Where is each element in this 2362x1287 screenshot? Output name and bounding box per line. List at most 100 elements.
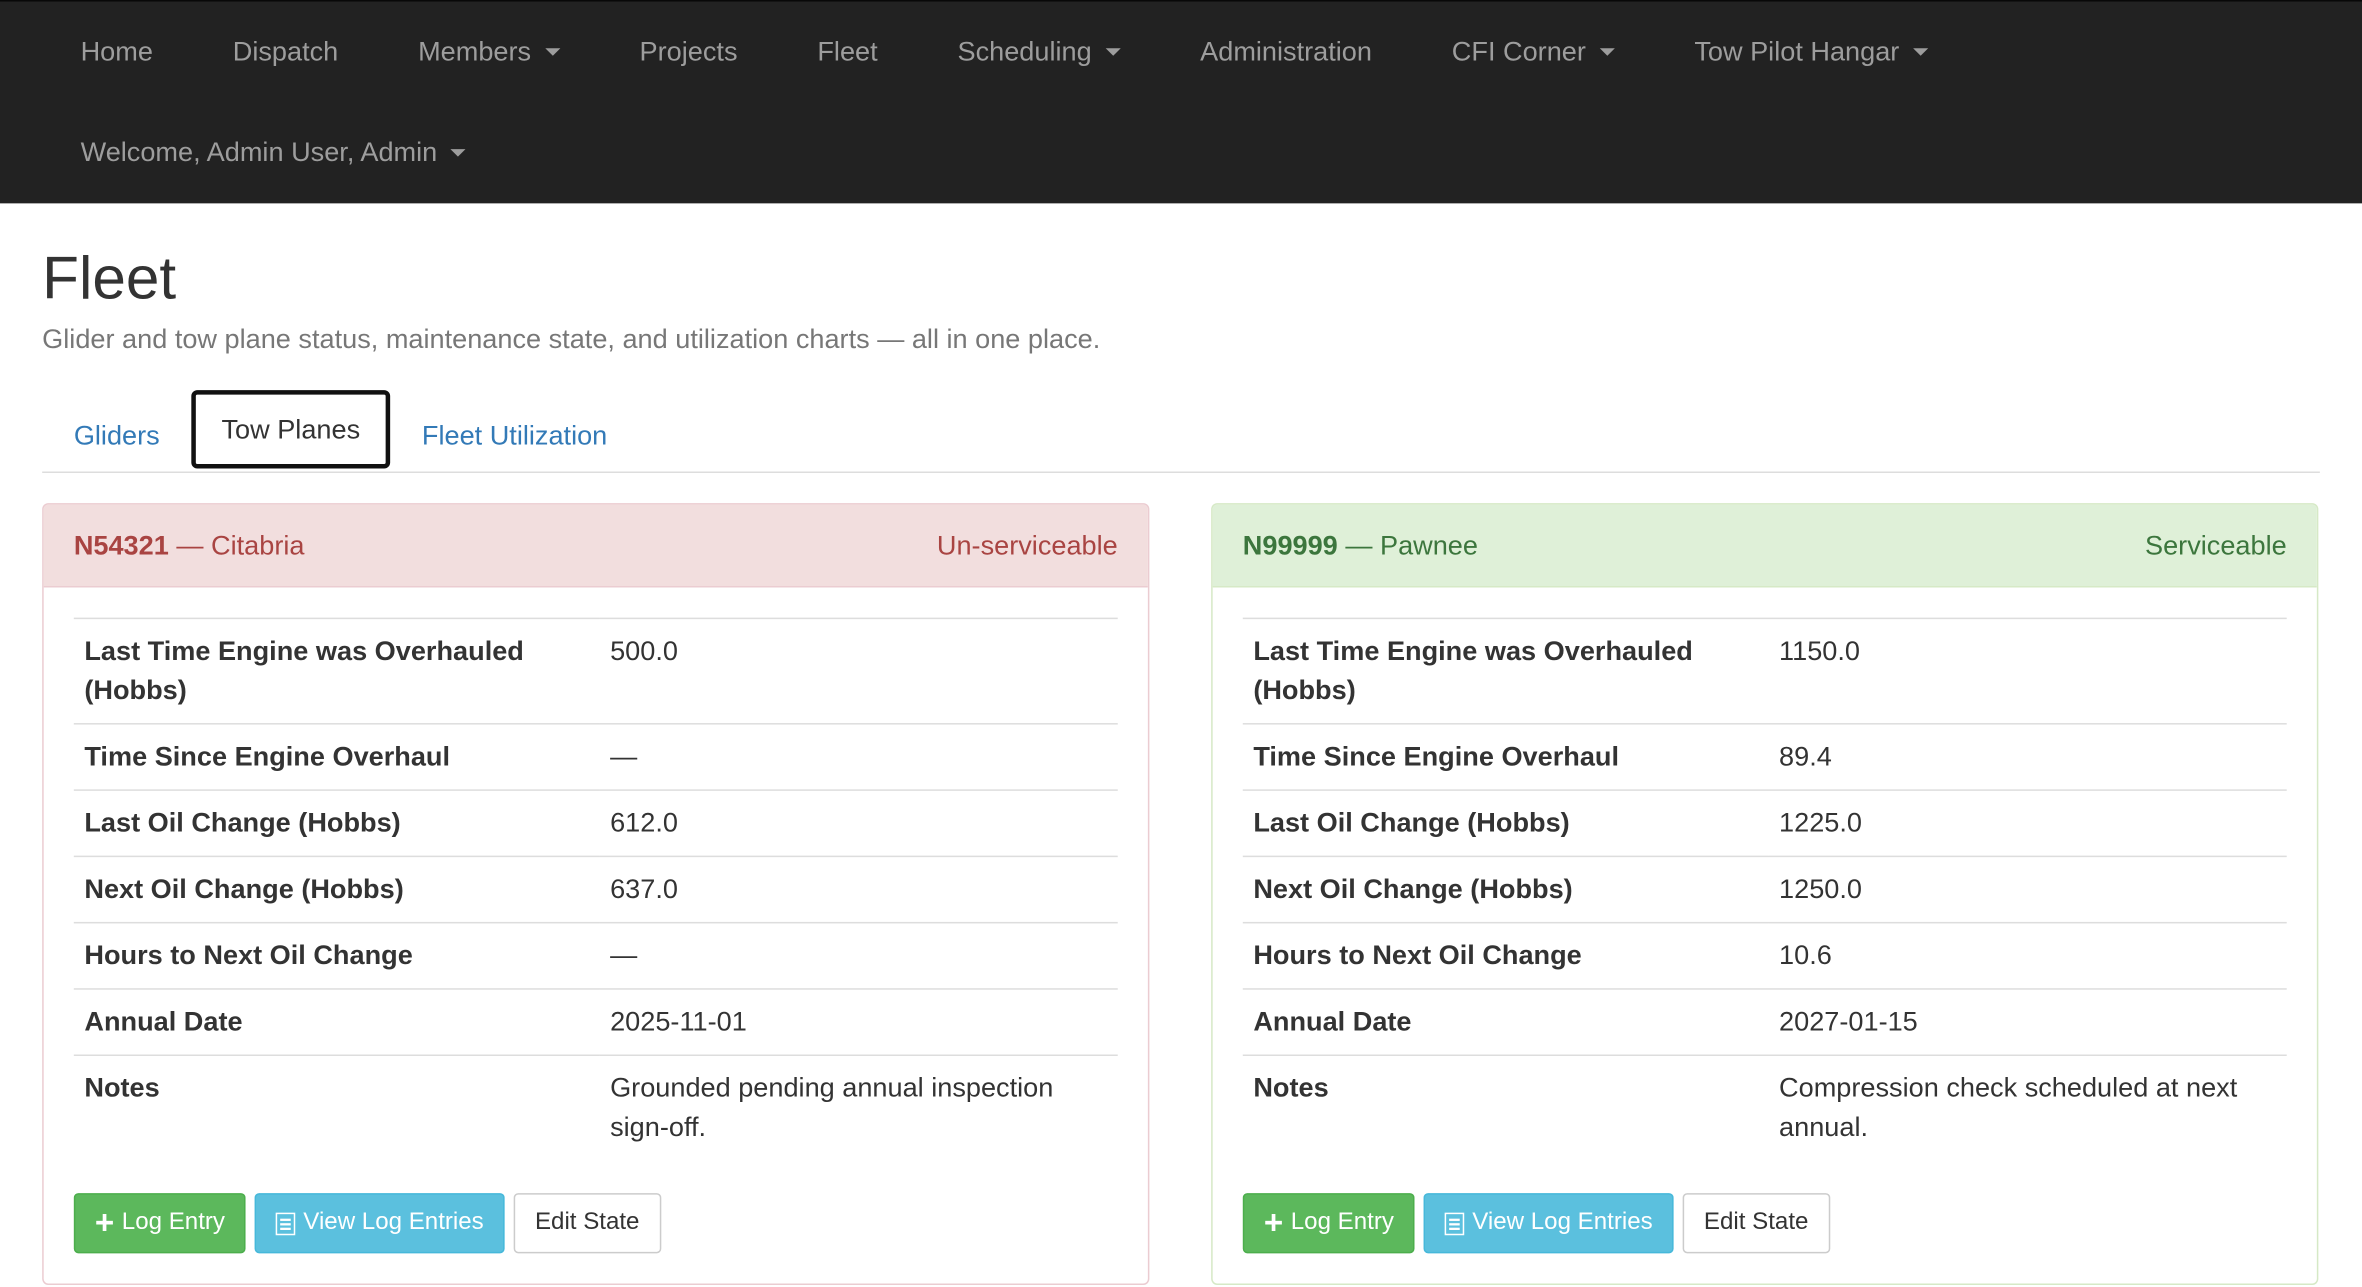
list-icon	[276, 1211, 296, 1235]
aircraft-tail-number: N54321	[73, 529, 169, 560]
caret-down-icon	[1599, 48, 1615, 56]
row-value: 10.6	[1768, 921, 2287, 989]
row-label: Annual Date	[1242, 988, 1769, 1056]
nav-row-primary: Home Dispatch Members Projects Fleet Sch…	[41, 2, 2322, 103]
row-value: 1150.0	[1768, 617, 2287, 724]
row-label: Last Oil Change (Hobbs)	[73, 789, 600, 857]
nav-fleet[interactable]: Fleet	[777, 2, 917, 103]
row-value: 637.0	[599, 855, 1118, 923]
status-badge: Serviceable	[2145, 529, 2287, 560]
aircraft-model: — Pawnee	[1345, 529, 1478, 560]
nav-cfi-corner-label: CFI Corner	[1451, 36, 1586, 67]
nav-row-user: Welcome, Admin User, Admin	[41, 102, 2322, 203]
caret-down-icon	[1912, 48, 1928, 56]
row-label: Notes	[73, 1054, 600, 1160]
table-row: Last Time Engine was Overhauled (Hobbs) 1…	[1242, 617, 2287, 724]
edit-state-label: Edit State	[534, 1209, 640, 1236]
row-label: Last Time Engine was Overhauled (Hobbs)	[1242, 617, 1769, 724]
maintenance-table: Last Time Engine was Overhauled (Hobbs) 1…	[1242, 617, 2287, 1160]
nav-scheduling-dropdown[interactable]: Scheduling	[918, 2, 1161, 103]
row-label: Next Oil Change (Hobbs)	[1242, 855, 1769, 923]
row-value: 1250.0	[1768, 855, 2287, 923]
table-row: Annual Date 2025-11-01	[73, 988, 1118, 1056]
aircraft-card-body: Last Time Engine was Overhauled (Hobbs) 5…	[44, 587, 1148, 1283]
table-row: Hours to Next Oil Change —	[73, 921, 1118, 989]
plus-icon: +	[94, 1203, 115, 1242]
row-label: Hours to Next Oil Change	[1242, 921, 1769, 989]
log-entry-label: Log Entry	[1290, 1209, 1394, 1236]
row-label: Time Since Engine Overhaul	[73, 723, 600, 791]
nav-home[interactable]: Home	[41, 2, 193, 103]
row-value: Grounded pending annual inspection sign-…	[599, 1054, 1118, 1160]
table-row: Time Since Engine Overhaul 89.4	[1242, 723, 2287, 791]
aircraft-title: N54321 — Citabria	[74, 529, 305, 561]
row-label: Notes	[1242, 1054, 1769, 1160]
nav-scheduling-label: Scheduling	[957, 36, 1092, 67]
aircraft-tail-number: N99999	[1242, 529, 1338, 560]
nav-projects-label: Projects	[639, 36, 738, 67]
page-subtitle: Glider and tow plane status, maintenance…	[42, 323, 1101, 355]
row-value: 2025-11-01	[599, 988, 1118, 1056]
view-log-entries-label: View Log Entries	[303, 1209, 484, 1236]
status-badge: Un-serviceable	[936, 529, 1118, 560]
fleet-tabs: Gliders Tow Planes Fleet Utilization	[42, 390, 2320, 474]
table-row: Next Oil Change (Hobbs) 1250.0	[1242, 855, 2287, 923]
edit-state-label: Edit State	[1703, 1209, 1809, 1236]
user-welcome-label: Welcome, Admin User, Admin	[80, 137, 438, 168]
aircraft-card-n99999: N99999 — Pawnee Serviceable Last Time En…	[1211, 503, 2319, 1285]
aircraft-cards: N54321 — Citabria Un-serviceable Last Ti…	[42, 503, 2320, 1285]
row-label: Last Time Engine was Overhauled (Hobbs)	[73, 617, 600, 724]
user-menu-dropdown[interactable]: Welcome, Admin User, Admin	[41, 102, 506, 203]
table-row: Last Time Engine was Overhauled (Hobbs) 5…	[73, 617, 1118, 724]
log-entry-label: Log Entry	[121, 1209, 225, 1236]
card-actions: + Log Entry View Log Entries Edit State	[73, 1193, 1118, 1254]
page-title: Fleet	[42, 245, 177, 312]
caret-down-icon	[450, 149, 466, 157]
nav-dispatch[interactable]: Dispatch	[193, 2, 378, 103]
nav-cfi-corner-dropdown[interactable]: CFI Corner	[1412, 2, 1655, 103]
table-row: Time Since Engine Overhaul —	[73, 723, 1118, 791]
aircraft-card-body: Last Time Engine was Overhauled (Hobbs) 1…	[1213, 587, 2317, 1283]
nav-home-label: Home	[80, 36, 153, 67]
aircraft-model: — Citabria	[176, 529, 305, 560]
nav-projects[interactable]: Projects	[600, 2, 778, 103]
row-value: 500.0	[599, 617, 1118, 724]
log-entry-button[interactable]: + Log Entry	[1242, 1193, 1416, 1254]
table-row: Last Oil Change (Hobbs) 1225.0	[1242, 789, 2287, 857]
aircraft-card-header: N99999 — Pawnee Serviceable	[1212, 504, 2317, 588]
nav-members-dropdown[interactable]: Members	[378, 2, 599, 103]
tab-tow-planes[interactable]: Tow Planes	[191, 390, 391, 469]
table-row: Next Oil Change (Hobbs) 637.0	[73, 855, 1118, 923]
log-entry-button[interactable]: + Log Entry	[73, 1193, 247, 1254]
edit-state-button[interactable]: Edit State	[513, 1193, 661, 1254]
aircraft-title: N99999 — Pawnee	[1243, 529, 1478, 561]
row-value: Compression check scheduled at next annu…	[1768, 1054, 2287, 1160]
nav-administration-label: Administration	[1200, 36, 1372, 67]
list-icon	[1445, 1211, 1465, 1235]
row-label: Time Since Engine Overhaul	[1242, 723, 1769, 791]
card-actions: + Log Entry View Log Entries Edit State	[1242, 1193, 2287, 1254]
nav-administration[interactable]: Administration	[1160, 2, 1412, 103]
edit-state-button[interactable]: Edit State	[1682, 1193, 1830, 1254]
maintenance-table: Last Time Engine was Overhauled (Hobbs) 5…	[73, 617, 1118, 1160]
caret-down-icon	[1105, 48, 1121, 56]
table-row: Annual Date 2027-01-15	[1242, 988, 2287, 1056]
row-value: 2027-01-15	[1768, 988, 2287, 1056]
row-label: Annual Date	[73, 988, 600, 1056]
tab-gliders[interactable]: Gliders	[42, 398, 191, 473]
nav-tow-pilot-hangar-dropdown[interactable]: Tow Pilot Hangar	[1654, 2, 1967, 103]
view-log-entries-button[interactable]: View Log Entries	[1424, 1193, 1674, 1254]
row-value: 89.4	[1768, 723, 2287, 791]
row-value: —	[599, 921, 1118, 989]
plus-icon: +	[1263, 1203, 1284, 1242]
view-log-entries-label: View Log Entries	[1472, 1209, 1653, 1236]
table-row: Hours to Next Oil Change 10.6	[1242, 921, 2287, 989]
nav-fleet-label: Fleet	[817, 36, 878, 67]
row-label: Hours to Next Oil Change	[73, 921, 600, 989]
view-log-entries-button[interactable]: View Log Entries	[255, 1193, 505, 1254]
tab-fleet-utilization[interactable]: Fleet Utilization	[390, 398, 639, 473]
caret-down-icon	[544, 48, 560, 56]
aircraft-card-header: N54321 — Citabria Un-serviceable	[43, 504, 1148, 588]
row-label: Last Oil Change (Hobbs)	[1242, 789, 1769, 857]
row-label: Next Oil Change (Hobbs)	[73, 855, 600, 923]
